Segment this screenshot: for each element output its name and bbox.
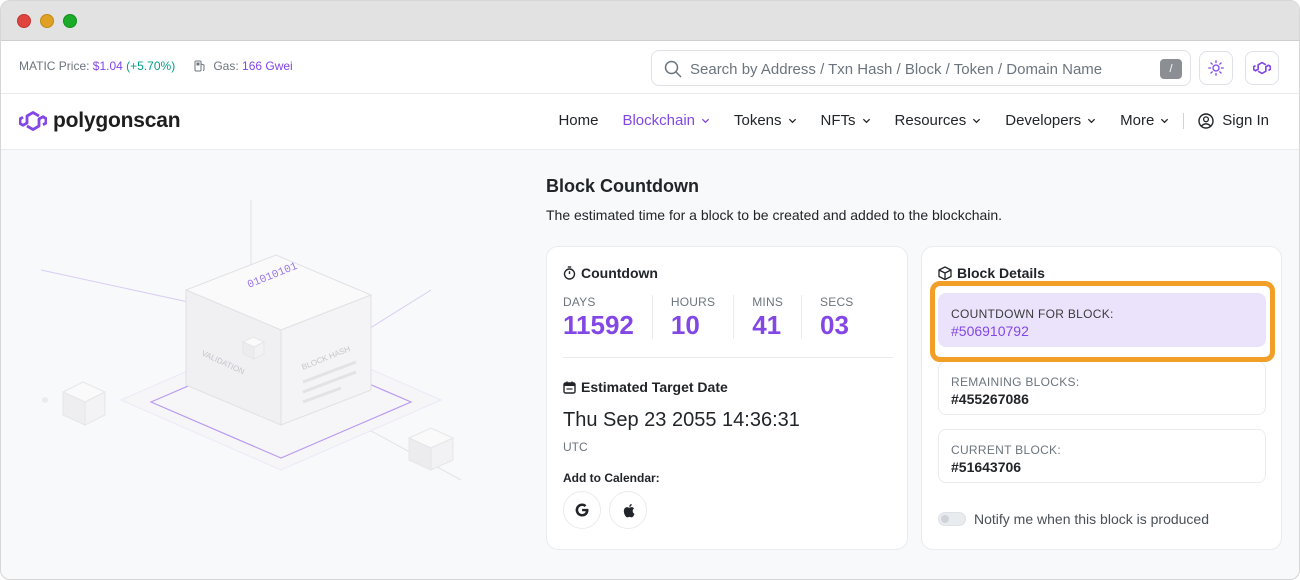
search-input[interactable] (690, 57, 1150, 81)
sign-in-link[interactable]: Sign In (1198, 112, 1269, 129)
target-date-heading: Estimated Target Date (563, 379, 728, 395)
unit-value: 11592 (563, 310, 634, 340)
notify-toggle-switch[interactable] (938, 512, 966, 526)
nav-item-tokens[interactable]: Tokens (734, 112, 797, 129)
chevron-down-icon (973, 118, 981, 124)
chevron-down-icon (1161, 118, 1169, 124)
countdown-secs: SECS 03 (820, 295, 871, 339)
unit-value: 03 (820, 310, 849, 340)
maximize-window-button[interactable] (63, 14, 77, 28)
card-divider (563, 357, 893, 358)
title-bar (1, 1, 1299, 41)
current-block-box: CURRENT BLOCK: #51643706 (938, 429, 1266, 483)
brand-name: polygonscan (53, 109, 181, 132)
notify-label: Notify me when this block is produced (974, 511, 1209, 527)
network-switch-button[interactable] (1245, 51, 1279, 85)
brand-logo-link[interactable]: polygonscan (19, 109, 181, 133)
price-label: MATIC Price: (19, 59, 90, 73)
user-circle-icon (1198, 112, 1214, 129)
nav-item-home[interactable]: Home (558, 112, 598, 129)
countdown-heading: Countdown (563, 265, 658, 281)
countdown-heading-text: Countdown (581, 265, 658, 281)
unit-label: HOURS (670, 295, 716, 309)
remaining-blocks-value: #455267086 (951, 391, 1029, 407)
search-shortcut-key: / (1160, 59, 1182, 79)
block-details-card: Block Details COUNTDOWN FOR BLOCK: #5069… (921, 246, 1282, 550)
countdown-mins: MINS 41 (752, 295, 803, 340)
nav-item-label: NFTs (820, 112, 856, 129)
nav-item-more[interactable]: More (1120, 112, 1169, 129)
nav-item-blockchain[interactable]: Blockchain (622, 112, 710, 129)
gas-value[interactable]: 166 Gwei (242, 59, 293, 73)
cube-icon (938, 266, 952, 280)
unit-label: SECS (820, 295, 854, 309)
minimize-window-button[interactable] (40, 14, 54, 28)
search-box[interactable]: / (651, 50, 1191, 86)
add-to-calendar-label: Add to Calendar: (563, 471, 660, 485)
apple-calendar-button[interactable] (609, 491, 647, 529)
chevron-down-icon (701, 118, 710, 124)
google-calendar-button[interactable] (563, 491, 601, 529)
block-illustration: 01010101 VALIDATION BLOCK HASH (40, 200, 462, 481)
unit-value: 41 (752, 310, 782, 340)
countdown-units: DAYS 11592 HOURS 10 MINS 41 SECS 03 (563, 295, 890, 339)
unit-label: MINS (752, 295, 784, 309)
sun-icon (1208, 60, 1224, 76)
stopwatch-icon (563, 266, 576, 280)
nav-item-label: Developers (1005, 112, 1082, 129)
target-date: Thu Sep 23 2055 14:36:31 (563, 409, 800, 431)
remaining-blocks-label: REMAINING BLOCKS: (951, 375, 1080, 389)
page-subtitle: The estimated time for a block to be cre… (546, 207, 1003, 223)
polygon-logo-icon (1253, 61, 1271, 75)
matic-price: MATIC Price: $1.04 (+5.70%) (19, 59, 175, 73)
block-details-heading: Block Details (938, 265, 1045, 281)
search-icon (664, 60, 682, 78)
current-block-value: #51643706 (951, 459, 1022, 475)
top-info-bar: MATIC Price: $1.04 (+5.70%) Gas: 166 Gwe… (1, 41, 1299, 94)
main-navbar: polygonscan Home Blockchain Tokens NFTs … (1, 94, 1299, 150)
unit-value: 10 (670, 310, 700, 340)
nav-item-label: Home (558, 112, 599, 129)
nav-item-label: Tokens (734, 112, 782, 129)
calendar-icon (563, 381, 576, 394)
page-title: Block Countdown (546, 176, 699, 196)
gas-label: Gas: (213, 59, 239, 73)
main-content: 01010101 VALIDATION BLOCK HASH Block Cou… (1, 150, 1299, 579)
block-details-heading-text: Block Details (957, 265, 1045, 281)
chevron-down-icon (1088, 118, 1096, 124)
countdown-for-block-label: COUNTDOWN FOR BLOCK: (951, 307, 1114, 321)
nav-menu: Home Blockchain Tokens NFTs Resources De… (534, 112, 1269, 129)
price-value[interactable]: $1.04 (93, 59, 123, 73)
chevron-down-icon (788, 118, 796, 124)
browser-window: MATIC Price: $1.04 (+5.70%) Gas: 166 Gwe… (0, 0, 1300, 580)
notify-toggle-row: Notify me when this block is produced (938, 511, 1209, 527)
nav-item-label: Blockchain (622, 112, 695, 129)
nav-item-developers[interactable]: Developers (1005, 112, 1096, 129)
countdown-card: Countdown DAYS 11592 HOURS 10 MINS 41 SE… (546, 246, 908, 550)
countdown-for-block-link[interactable]: #506910792 (951, 323, 1029, 339)
nav-divider (1183, 112, 1185, 129)
unit-label: DAYS (563, 295, 596, 309)
polygon-logo-icon (19, 111, 47, 131)
close-window-button[interactable] (17, 14, 31, 28)
remaining-blocks-box: REMAINING BLOCKS: #455267086 (938, 361, 1266, 415)
sign-in-label: Sign In (1222, 112, 1269, 129)
nav-item-label: More (1120, 112, 1155, 129)
apple-icon (623, 503, 634, 517)
timezone-label: UTC (563, 440, 588, 454)
nav-item-resources[interactable]: Resources (895, 112, 982, 129)
price-change: (+5.70%) (126, 59, 176, 73)
countdown-hours: HOURS 10 (670, 295, 735, 340)
target-date-heading-text: Estimated Target Date (581, 379, 728, 395)
countdown-days: DAYS 11592 (563, 295, 653, 339)
google-icon (575, 503, 589, 517)
nav-item-label: Resources (894, 112, 967, 129)
theme-toggle-button[interactable] (1199, 51, 1233, 85)
countdown-for-block-box: COUNTDOWN FOR BLOCK: #506910792 (938, 293, 1266, 347)
nav-item-nfts[interactable]: NFTs (821, 112, 871, 129)
gas-pump-icon (194, 60, 205, 72)
chevron-down-icon (862, 118, 870, 124)
gas-price: Gas: 166 Gwei (194, 59, 293, 73)
current-block-label: CURRENT BLOCK: (951, 443, 1061, 457)
